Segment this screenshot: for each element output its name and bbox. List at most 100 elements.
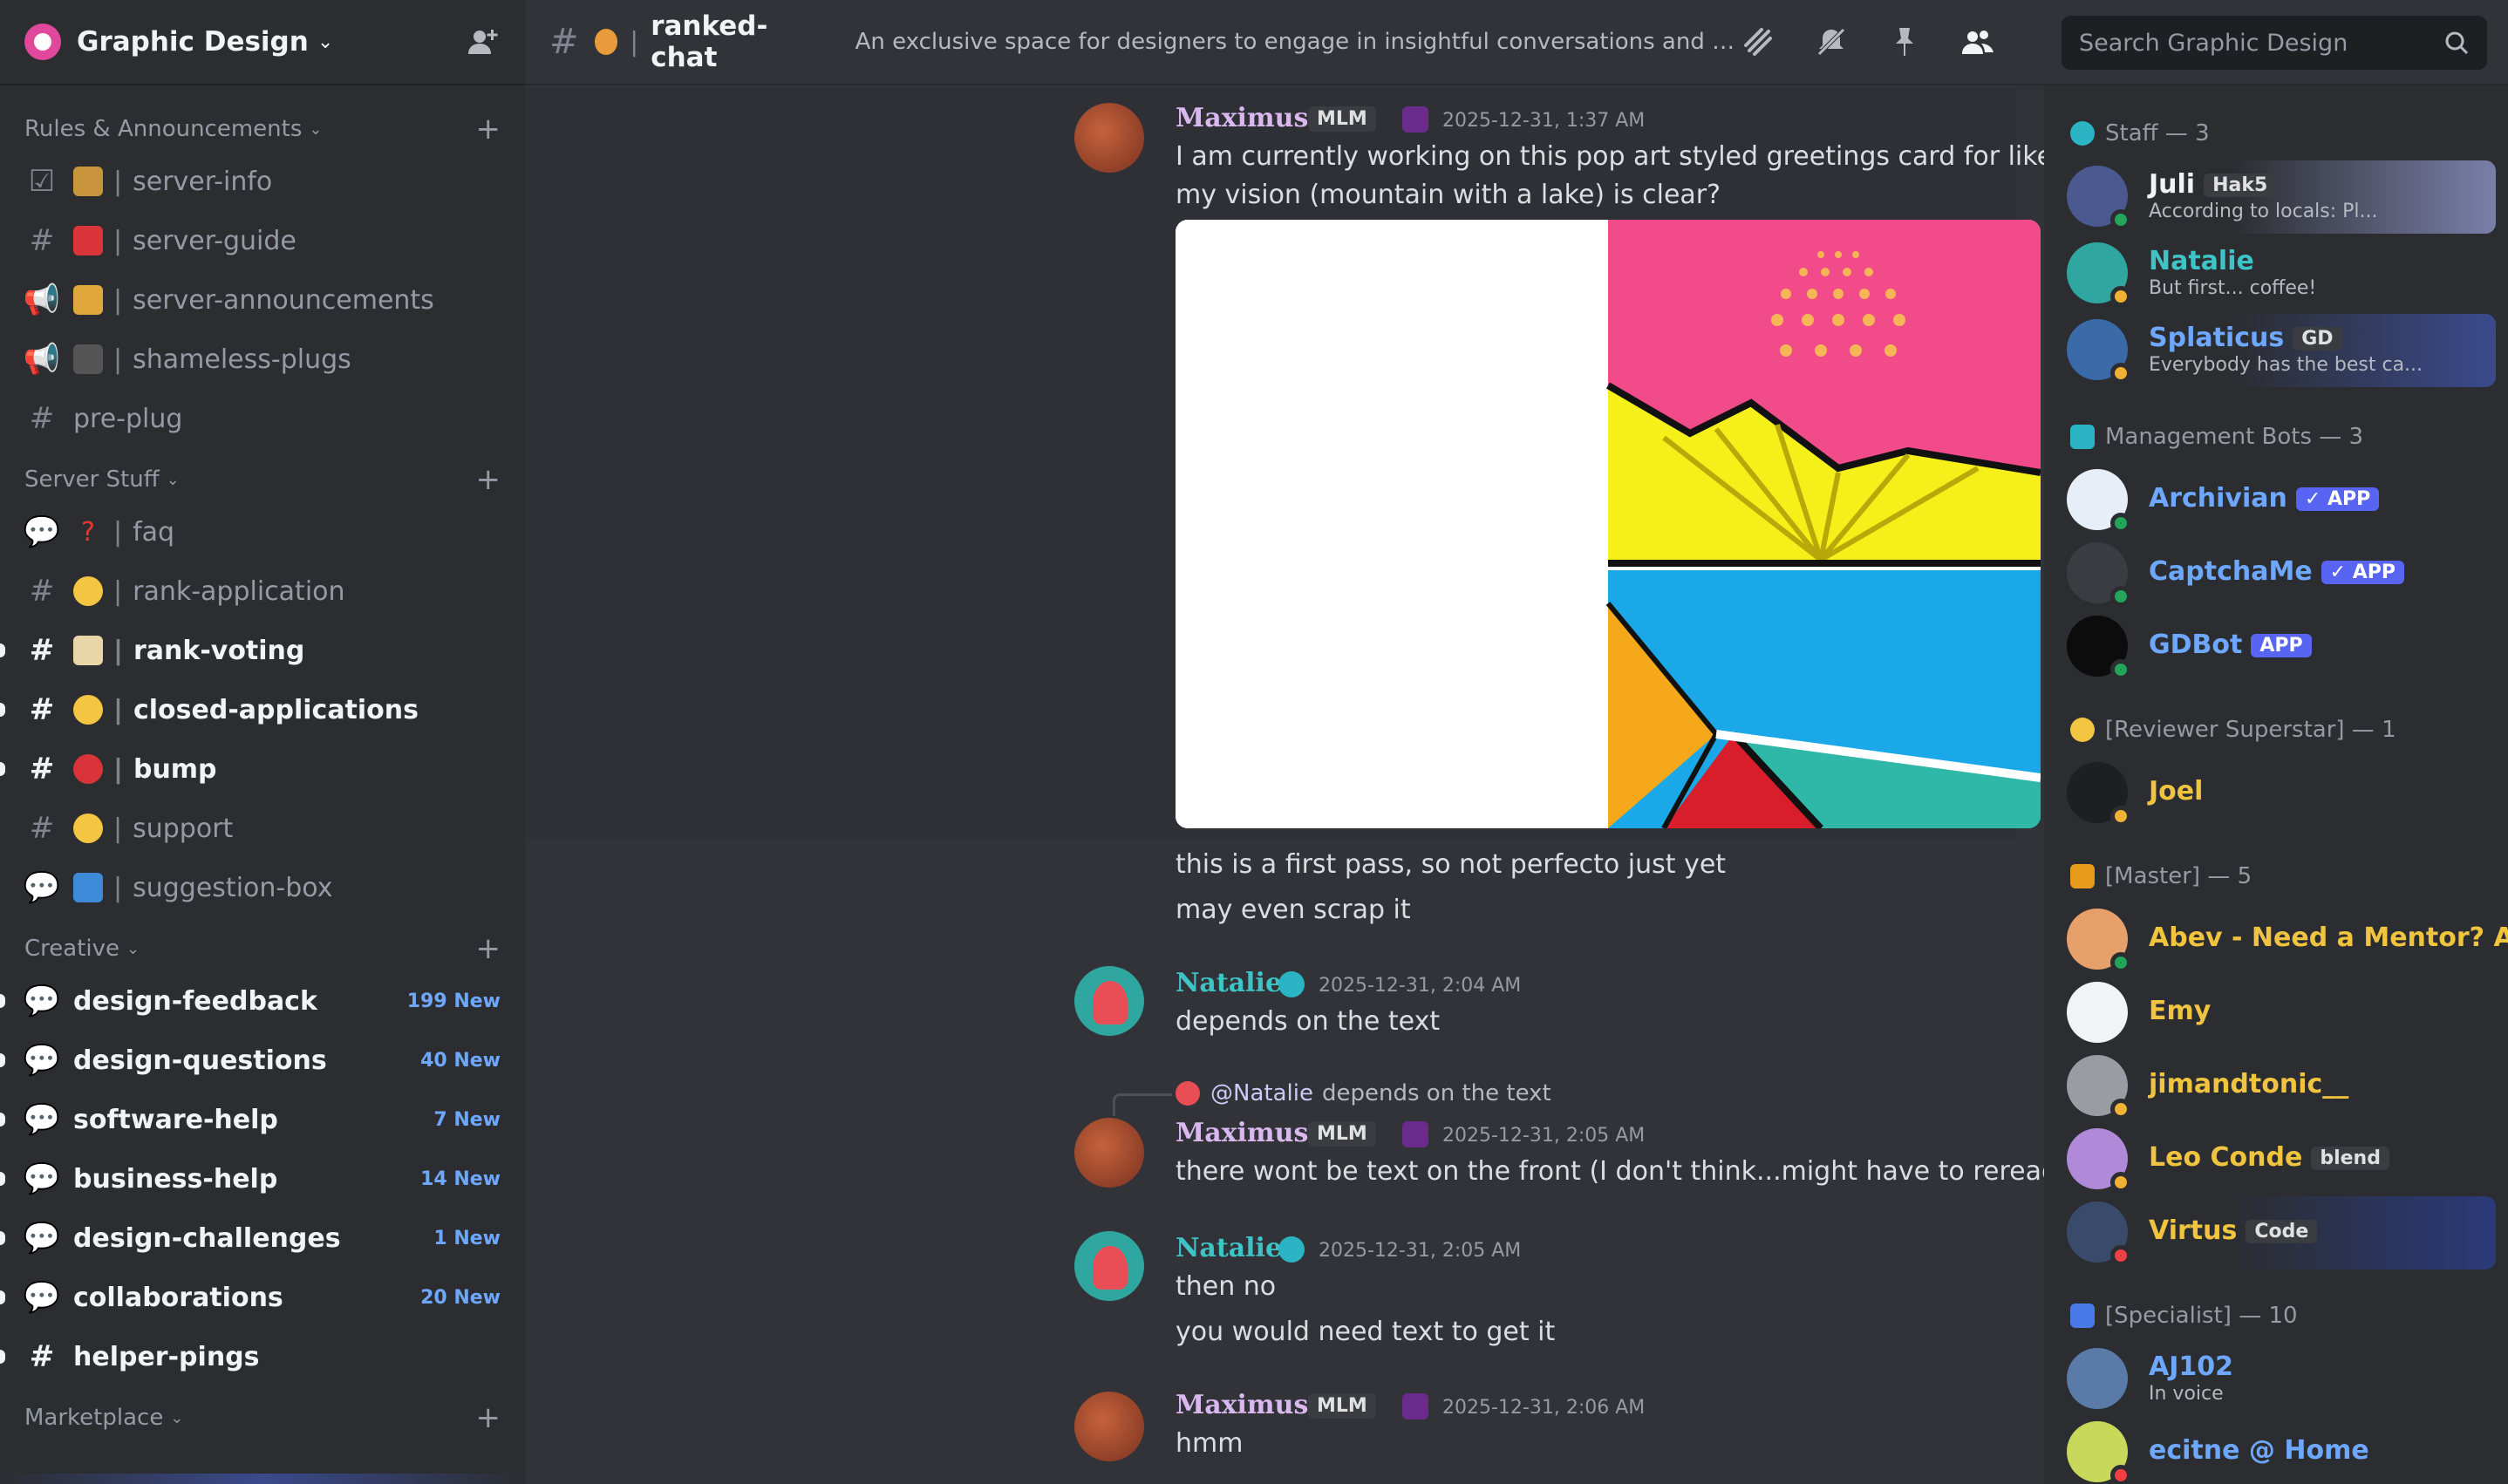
avatar[interactable] <box>1074 966 1144 1036</box>
member-name: Virtus Code <box>2149 1215 2318 1246</box>
member-item[interactable]: jimandtonic__ <box>2058 1050 2496 1123</box>
channel-suggestion-box[interactable]: 💬 | suggestion-box <box>0 858 525 917</box>
member-item[interactable]: Virtus Code <box>2058 1196 2496 1270</box>
channel-bump[interactable]: # | bump <box>0 739 525 799</box>
add-channel-icon[interactable]: + <box>476 1400 501 1435</box>
channel-business-help[interactable]: 💬 business-help 14 New <box>0 1149 525 1208</box>
channel-label: server-announcements <box>133 284 434 316</box>
channel-topic[interactable]: An exclusive space for designers to enga… <box>855 29 1741 55</box>
member-name: jimandtonic__ <box>2149 1069 2349 1099</box>
channel-label: suggestion-box <box>133 872 333 903</box>
unread-indicator <box>0 1290 5 1304</box>
category-marketplace[interactable]: Marketplace ⌄ + <box>0 1395 525 1440</box>
image-attachment[interactable] <box>1176 220 2041 828</box>
member-item[interactable]: Natalie But first... coffee! <box>2058 237 2496 310</box>
channel-rank-voting[interactable]: # | rank-voting <box>0 621 525 680</box>
channel-closed-applications[interactable]: # | closed-applications <box>0 680 525 739</box>
message-author[interactable]: Maximus <box>1176 1390 1308 1420</box>
announcement-icon: 📢 <box>23 283 61 317</box>
channel-pre-plug[interactable]: # pre-plug <box>0 389 525 448</box>
message-author[interactable]: Natalie <box>1176 968 1282 998</box>
channel-design-questions[interactable]: 💬 design-questions 40 New <box>0 1031 525 1090</box>
role-tag[interactable]: MLM <box>1308 106 1376 132</box>
category-creative[interactable]: Creative ⌄ + <box>0 926 525 971</box>
hash-icon: # <box>29 574 55 609</box>
member-name: Emy <box>2149 996 2212 1026</box>
member-name: Joel <box>2149 776 2204 807</box>
avatar[interactable] <box>1074 103 1144 173</box>
status-idle-icon <box>2110 806 2131 827</box>
channel-faq[interactable]: 💬? | faq <box>0 502 525 562</box>
role-tag[interactable]: MLM <box>1308 1121 1376 1147</box>
announcement-icon: 📢 <box>23 342 61 377</box>
channel-label: business-help <box>73 1163 278 1195</box>
channel-design-challenges[interactable]: 💬 design-challenges 1 New <box>0 1208 525 1268</box>
channel-software-help[interactable]: 💬 software-help 7 New <box>0 1090 525 1149</box>
notification-mute-icon[interactable] <box>1814 24 1849 59</box>
message-author[interactable]: Maximus <box>1176 1118 1308 1148</box>
channel-shameless-plugs[interactable]: 📢 | shameless-plugs <box>0 330 525 389</box>
add-channel-icon[interactable]: + <box>476 931 501 966</box>
avatar <box>2067 1348 2128 1409</box>
member-item[interactable]: Emy <box>2058 977 2496 1050</box>
hash-icon: # <box>29 692 55 727</box>
member-name: Archivian ✓ APP <box>2149 483 2380 514</box>
member-item[interactable]: ecitne @ Home <box>2058 1416 2496 1484</box>
member-item[interactable]: GDBot APP <box>2058 610 2496 684</box>
channel-collaborations[interactable]: 💬 collaborations 20 New <box>0 1268 525 1327</box>
member-list-icon[interactable] <box>1960 24 1995 59</box>
member-status-text: According to locals: Pl... <box>2149 201 2378 222</box>
pin-icon[interactable] <box>1887 24 1922 59</box>
message-text: this is a first pass, so not perfecto ju… <box>1176 849 1727 880</box>
member-item[interactable]: CaptchaMe ✓ APP <box>2058 537 2496 610</box>
channel-server-guide[interactable]: # | server-guide <box>0 211 525 270</box>
role-tag[interactable]: MLM <box>1308 1393 1376 1419</box>
add-channel-icon[interactable]: + <box>476 462 501 497</box>
member-item[interactable]: Splaticus GD Everybody has the best ca... <box>2058 314 2496 387</box>
channel-label: design-feedback <box>73 985 317 1017</box>
channel-rank-application[interactable]: # | rank-application <box>0 562 525 621</box>
staff-badge-icon <box>1278 1236 1305 1263</box>
category-rules-announcements[interactable]: Rules & Announcements ⌄ + <box>0 106 525 152</box>
member-item[interactable]: Abev - Need a Mentor? A... <box>2058 903 2508 977</box>
member-item[interactable]: AJ102 In voice <box>2058 1343 2496 1416</box>
avatar[interactable] <box>1074 1231 1144 1301</box>
plug-emoji-icon <box>73 344 103 374</box>
channel-label: closed-applications <box>133 694 419 725</box>
category-label: Server Stuff <box>24 466 160 493</box>
channel-label: faq <box>133 516 175 548</box>
message-author[interactable]: Maximus <box>1176 103 1308 133</box>
member-item[interactable]: Leo Conde blend <box>2058 1123 2496 1196</box>
category-server-stuff[interactable]: Server Stuff ⌄ + <box>0 457 525 502</box>
message-text: there wont be text on the front (I don't… <box>1176 1156 2188 1187</box>
reply-preview[interactable]: depends on the text <box>1322 1074 1551 1113</box>
server-logo-icon <box>24 24 61 60</box>
channel-label: software-help <box>73 1104 278 1135</box>
channel-server-info[interactable]: ☑ | server-info <box>0 152 525 211</box>
new-count-badge: 1 New <box>433 1227 501 1249</box>
add-channel-icon[interactable]: + <box>476 112 501 146</box>
message-author[interactable]: Natalie <box>1176 1233 1282 1263</box>
search-input[interactable]: Search Graphic Design <box>2062 16 2487 70</box>
forum-icon: 💬 <box>23 1161 61 1196</box>
boost-badge-icon <box>1402 1121 1428 1147</box>
avatar[interactable] <box>1074 1392 1144 1461</box>
channel-label: design-questions <box>73 1045 327 1076</box>
server-header[interactable]: Graphic Design ⌄ <box>0 0 525 85</box>
new-count-badge: 199 New <box>406 990 501 1012</box>
invite-people-icon[interactable] <box>466 24 501 59</box>
avatar[interactable] <box>1074 1118 1144 1188</box>
reply-mention[interactable]: @Natalie <box>1210 1074 1313 1113</box>
channel-design-feedback[interactable]: 💬 design-feedback 199 New <box>0 971 525 1031</box>
member-item[interactable]: Joel <box>2058 757 2496 830</box>
channel-support[interactable]: # | support <box>0 799 525 858</box>
unread-indicator <box>0 1053 5 1067</box>
boost-badge-icon <box>1402 106 1428 133</box>
threads-icon[interactable] <box>1741 24 1775 59</box>
member-item[interactable]: Archivian ✓ APP <box>2058 464 2496 537</box>
group-label: [Reviewer Superstar] — 1 <box>2105 717 2396 743</box>
channel-helper-pings[interactable]: # helper-pings <box>0 1327 525 1386</box>
category-label: Marketplace <box>24 1405 164 1431</box>
channel-server-announcements[interactable]: 📢 | server-announcements <box>0 270 525 330</box>
member-item[interactable]: Juli Hak5 According to locals: Pl... <box>2058 160 2496 234</box>
